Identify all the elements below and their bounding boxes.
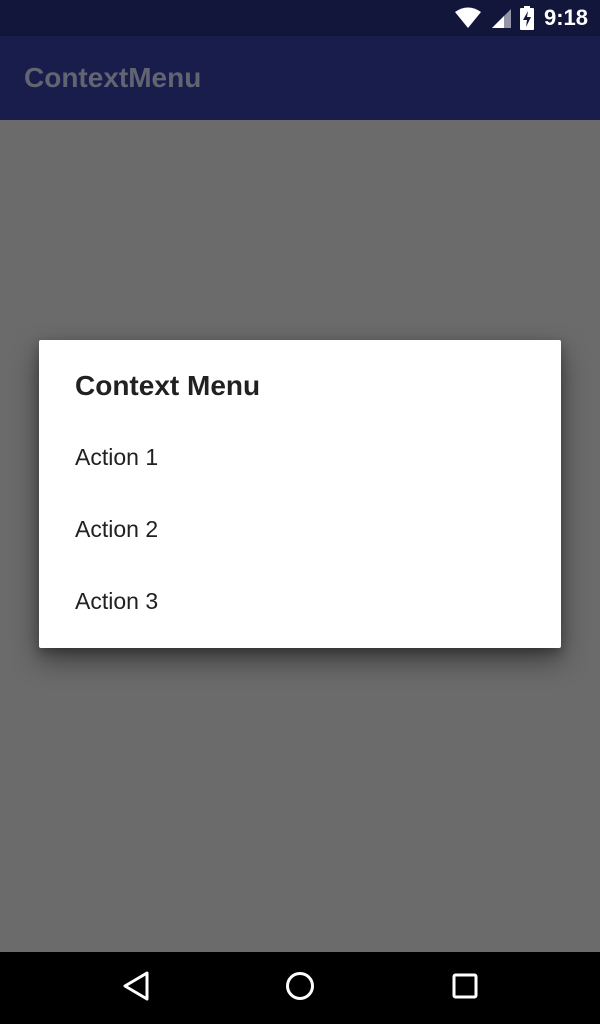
recents-icon xyxy=(451,972,479,1005)
status-time: 9:18 xyxy=(543,5,588,30)
status-bar: 9:18 xyxy=(0,0,600,36)
menu-item-action-1[interactable]: Action 1 xyxy=(39,421,561,493)
cell-signal-icon xyxy=(490,7,512,29)
menu-item-label: Action 3 xyxy=(75,587,159,614)
battery-charging-icon xyxy=(519,6,534,30)
menu-item-action-3[interactable]: Action 3 xyxy=(39,565,561,637)
home-button[interactable] xyxy=(276,964,324,1012)
dialog-title: Context Menu xyxy=(75,370,261,401)
menu-item-label: Action 1 xyxy=(75,443,159,470)
app-bar: ContextMenu xyxy=(0,36,600,120)
screen: 9:18 ContextMenu Context Menu Action 1 A… xyxy=(0,0,600,1024)
navigation-bar xyxy=(0,952,600,1024)
menu-item-action-2[interactable]: Action 2 xyxy=(39,493,561,565)
back-icon xyxy=(121,970,151,1007)
app-title: ContextMenu xyxy=(24,62,202,93)
back-button[interactable] xyxy=(112,964,160,1012)
context-menu-dialog: Context Menu Action 1 Action 2 Action 3 xyxy=(39,340,561,648)
wifi-icon xyxy=(454,7,482,29)
menu-item-label: Action 2 xyxy=(75,515,159,542)
home-icon xyxy=(284,970,316,1007)
recents-button[interactable] xyxy=(441,964,489,1012)
